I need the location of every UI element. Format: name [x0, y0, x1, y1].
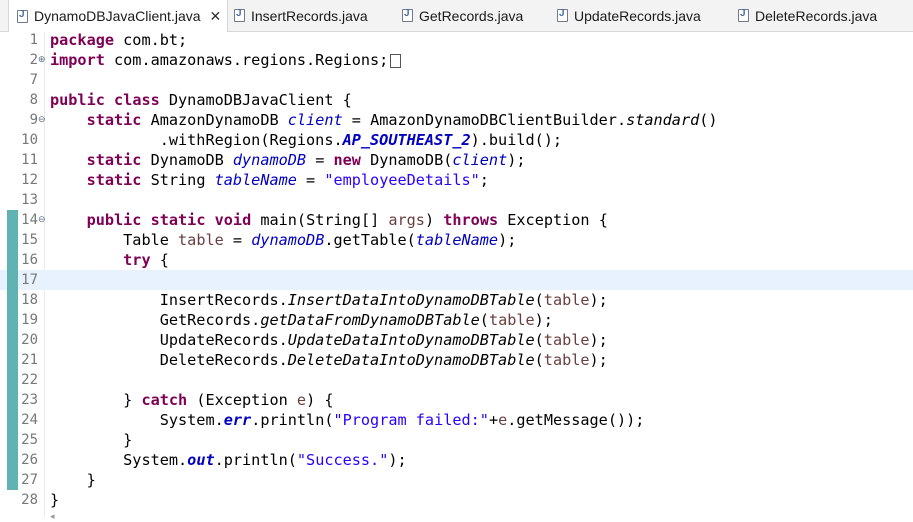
- line-number: 27: [21, 472, 38, 488]
- code-line: 12 static String tableName = "employeeDe…: [0, 170, 913, 190]
- java-file-icon: [234, 8, 245, 22]
- code-text: public static void main(String[] args) t…: [86, 211, 608, 229]
- code-line: 19 GetRecords.getDataFromDynamoDBTable(t…: [0, 310, 913, 330]
- code-text: System.err.println("Program failed:"+e.g…: [159, 411, 645, 429]
- code-text: InsertRecords.InsertDataIntoDynamoDBTabl…: [159, 291, 608, 309]
- tab-dynamodbjavaclient[interactable]: DynamoDBJavaClient.java ✕: [8, 0, 228, 32]
- tab-label: DynamoDBJavaClient.java: [34, 8, 201, 24]
- tab-deleterecords[interactable]: DeleteRecords.java: [738, 0, 908, 31]
- code-line: 10 .withRegion(Regions.AP_SOUTHEAST_2).b…: [0, 130, 913, 150]
- code-text: System.out.println("Success.");: [123, 451, 407, 469]
- code-text: DeleteRecords.DeleteDataIntoDynamoDBTabl…: [159, 351, 608, 369]
- line-number: 11: [21, 152, 38, 168]
- code-line: 22: [0, 370, 913, 390]
- code-text: static DynamoDB dynamoDB = new DynamoDB(…: [86, 151, 526, 169]
- line-number: 16: [21, 252, 38, 268]
- code-line: 14 ⊖ public static void main(String[] ar…: [0, 210, 913, 230]
- code-text: static String tableName = "employeeDetai…: [86, 171, 489, 189]
- code-text: import com.amazonaws.regions.Regions;: [50, 50, 402, 70]
- tab-label: DeleteRecords.java: [755, 7, 878, 24]
- code-text: }: [123, 431, 133, 449]
- code-line: 15 Table table = dynamoDB.getTable(table…: [0, 230, 913, 250]
- java-file-icon: [557, 8, 568, 22]
- line-number: 23: [21, 392, 38, 408]
- line-number: 21: [21, 352, 38, 368]
- line-number: 10: [21, 132, 38, 148]
- line-number: 7: [29, 72, 38, 88]
- code-line: 21 DeleteRecords.DeleteDataIntoDynamoDBT…: [0, 350, 913, 370]
- code-line: 23 } catch (Exception e) {: [0, 390, 913, 410]
- code-text: UpdateRecords.UpdateDataIntoDynamoDBTabl…: [159, 331, 608, 349]
- code-line: 18 InsertRecords.InsertDataIntoDynamoDBT…: [0, 290, 913, 310]
- code-text: .withRegion(Regions.AP_SOUTHEAST_2).buil…: [159, 131, 563, 149]
- code-text: package com.bt;: [50, 31, 188, 49]
- line-number: 15: [21, 232, 38, 248]
- line-number: 8: [29, 92, 38, 108]
- line-number: 22: [21, 372, 38, 388]
- line-number: 18: [21, 292, 38, 308]
- code-text: Table table = dynamoDB.getTable(tableNam…: [123, 231, 517, 249]
- line-number: 20: [21, 332, 38, 348]
- tab-updaterecords[interactable]: UpdateRecords.java: [557, 0, 727, 31]
- line-number: 13: [21, 192, 38, 208]
- code-line: 28 }: [0, 490, 913, 510]
- java-file-icon: [17, 9, 28, 23]
- line-number: 26: [21, 452, 38, 468]
- code-text: public class DynamoDBJavaClient {: [50, 91, 352, 109]
- fold-expand-icon[interactable]: ⊕: [38, 55, 46, 64]
- tab-label: InsertRecords.java: [251, 7, 368, 24]
- code-line: 16 try {: [0, 250, 913, 270]
- collapsed-region-icon[interactable]: [390, 53, 402, 68]
- tab-label: UpdateRecords.java: [574, 7, 701, 24]
- code-line: 24 System.err.println("Program failed:"+…: [0, 410, 913, 430]
- code-editor[interactable]: 1 package com.bt; 2 ⊕ import com.amazona…: [0, 30, 913, 521]
- editor-tab-bar: DynamoDBJavaClient.java ✕ InsertRecords.…: [0, 0, 913, 32]
- code-text: } catch (Exception e) {: [123, 391, 334, 409]
- code-line: 17: [0, 270, 913, 290]
- line-number: 19: [21, 312, 38, 328]
- code-line: 1 package com.bt;: [0, 30, 913, 50]
- line-number: 12: [21, 172, 38, 188]
- code-line: 25 }: [0, 430, 913, 450]
- java-file-icon: [402, 8, 413, 22]
- line-number: 9: [29, 112, 38, 128]
- code-line: 2 ⊕ import com.amazonaws.regions.Regions…: [0, 50, 913, 70]
- tab-getrecords[interactable]: GetRecords.java: [402, 0, 552, 31]
- tab-label: GetRecords.java: [419, 7, 524, 24]
- scroll-left-icon[interactable]: ◂: [50, 511, 60, 521]
- code-line: 27 }: [0, 470, 913, 490]
- code-line: 7: [0, 70, 913, 90]
- java-file-icon: [738, 8, 749, 22]
- code-line: 20 UpdateRecords.UpdateDataIntoDynamoDBT…: [0, 330, 913, 350]
- line-number: 24: [21, 412, 38, 428]
- code-line: 11 static DynamoDB dynamoDB = new Dynamo…: [0, 150, 913, 170]
- code-text: try {: [123, 251, 169, 269]
- close-icon[interactable]: ✕: [210, 9, 222, 23]
- line-number: 14: [21, 212, 38, 228]
- tab-insertrecords[interactable]: InsertRecords.java: [234, 0, 399, 31]
- fold-collapse-icon[interactable]: ⊖: [38, 215, 46, 224]
- fold-collapse-icon[interactable]: ⊖: [38, 115, 46, 124]
- line-number: 25: [21, 432, 38, 448]
- code-text: }: [86, 471, 96, 489]
- code-text: static AmazonDynamoDB client = AmazonDyn…: [86, 111, 718, 129]
- code-line: 9 ⊖ static AmazonDynamoDB client = Amazo…: [0, 110, 913, 130]
- line-number: 28: [21, 492, 38, 508]
- code-line: 26 System.out.println("Success.");: [0, 450, 913, 470]
- line-number: 2: [29, 52, 38, 68]
- code-line: 13: [0, 190, 913, 210]
- code-text: }: [50, 491, 60, 509]
- code-line: 8 public class DynamoDBJavaClient {: [0, 90, 913, 110]
- line-number: 1: [29, 32, 38, 48]
- code-text: GetRecords.getDataFromDynamoDBTable(tabl…: [159, 311, 553, 329]
- line-number: 17: [21, 272, 38, 288]
